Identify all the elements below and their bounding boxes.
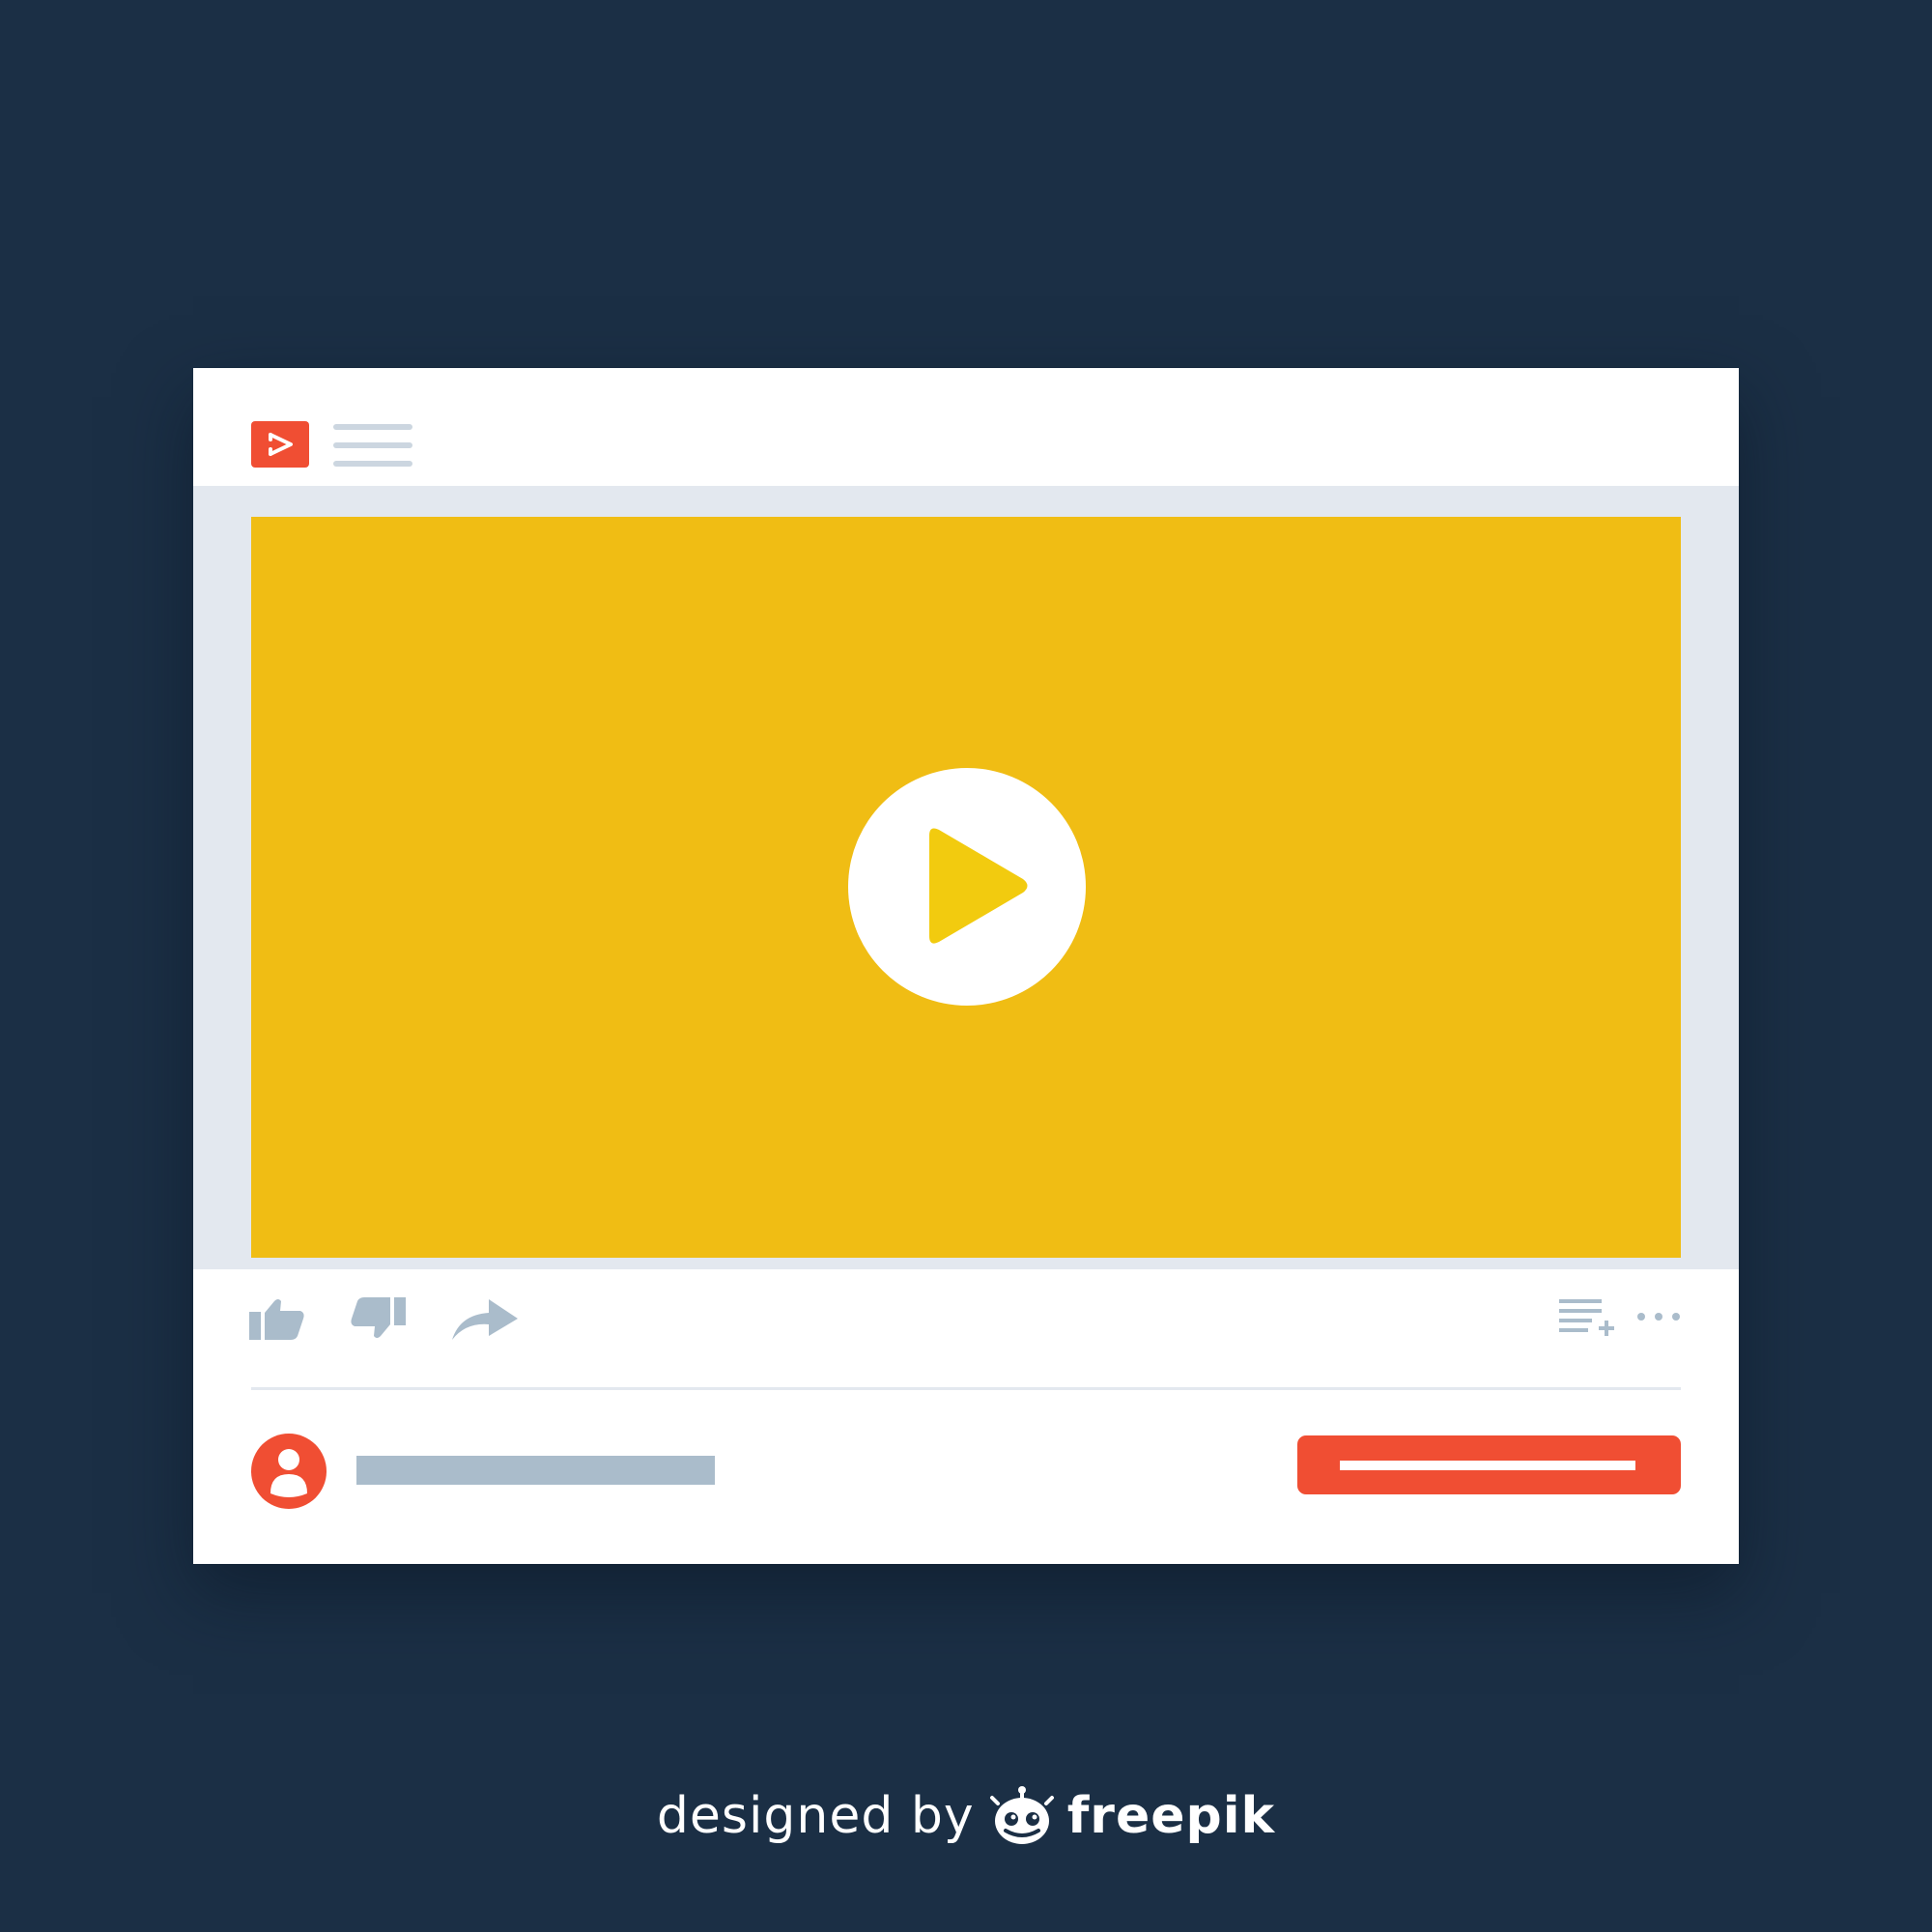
subscribe-label-placeholder (1340, 1461, 1635, 1470)
credit-brand: freepik (1066, 1787, 1276, 1845)
channel-avatar[interactable] (251, 1434, 327, 1509)
more-options-icon[interactable] (1636, 1310, 1681, 1321)
action-bar (193, 1269, 1739, 1376)
player-header (193, 368, 1739, 486)
subscribe-button[interactable] (1297, 1435, 1681, 1494)
video-logo-icon[interactable] (251, 421, 309, 468)
video-area (193, 486, 1739, 1269)
freepik-mascot-icon (989, 1786, 1054, 1844)
play-icon (929, 828, 1028, 944)
video-player-window (193, 368, 1739, 1564)
play-button[interactable] (848, 768, 1086, 1006)
video-screen[interactable] (251, 517, 1681, 1258)
thumbs-up-icon[interactable] (249, 1297, 305, 1340)
channel-name-placeholder (356, 1456, 715, 1485)
share-arrow-icon[interactable] (452, 1297, 518, 1340)
hamburger-menu-icon[interactable] (333, 424, 412, 467)
user-avatar-icon (270, 1449, 307, 1497)
add-to-playlist-icon[interactable] (1559, 1297, 1617, 1336)
thumbs-down-icon[interactable] (350, 1297, 406, 1340)
divider (251, 1387, 1681, 1390)
credit-prefix: designed by (656, 1787, 975, 1845)
freepik-credit: designed by freepik (0, 1777, 1932, 1855)
